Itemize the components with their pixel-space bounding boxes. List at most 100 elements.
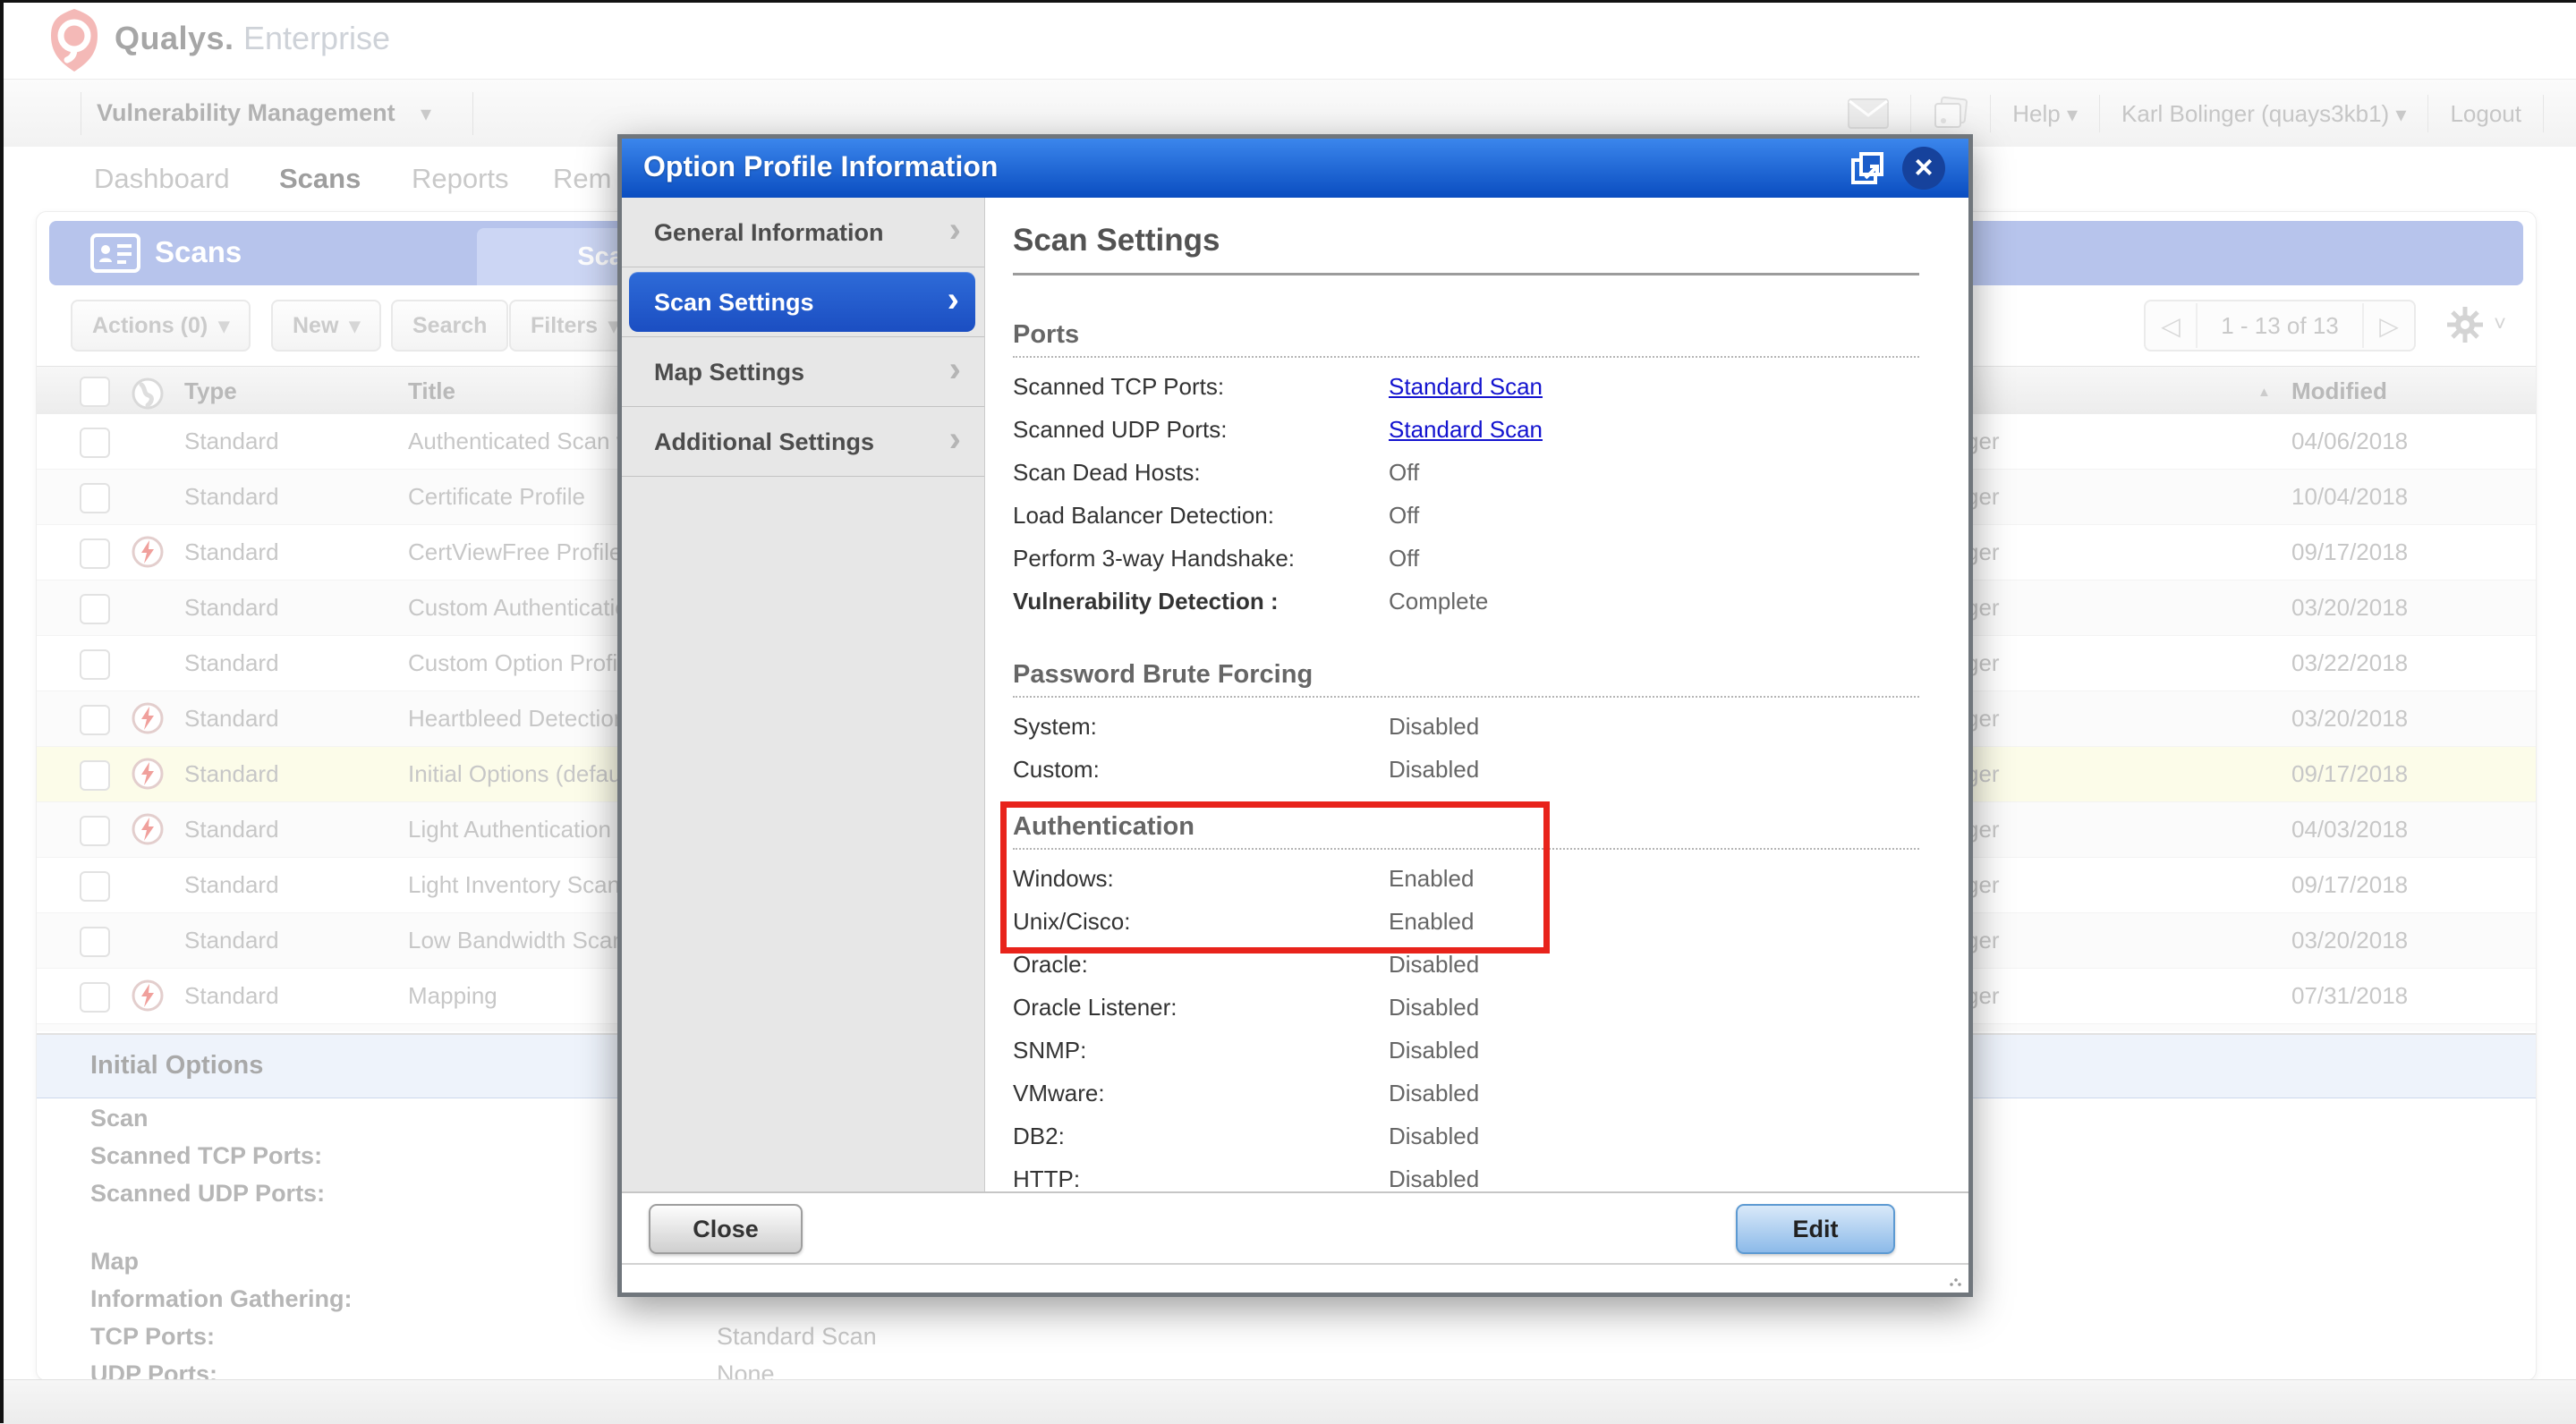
setting-value: Disabled xyxy=(1389,994,1479,1021)
photos-icon[interactable] xyxy=(1933,96,1968,131)
row-checkbox[interactable] xyxy=(80,927,110,957)
column-type[interactable]: Type xyxy=(184,367,237,415)
nav-scans[interactable]: Scans xyxy=(279,163,361,195)
column-title[interactable]: Title xyxy=(408,367,455,415)
row-title: Light Authentication xyxy=(408,802,611,857)
setting-row: Perform 3-way Handshake:Off xyxy=(1013,537,1919,580)
row-title: Light Inventory Scan xyxy=(408,858,620,912)
row-type: Standard xyxy=(184,691,279,746)
row-title: Certificate Profile xyxy=(408,470,585,524)
detail-label: TCP Ports: xyxy=(90,1318,717,1355)
modal-nav-map-settings[interactable]: Map Settings› xyxy=(622,337,984,407)
row-checkbox[interactable] xyxy=(80,760,110,791)
settings-gear-icon[interactable] xyxy=(2445,305,2485,344)
close-icon[interactable]: × xyxy=(1902,147,1945,190)
chevron-right-icon: › xyxy=(949,420,961,460)
setting-row: Custom:Disabled xyxy=(1013,748,1919,791)
row-title: Heartbleed Detection xyxy=(408,691,626,746)
row-type: Standard xyxy=(184,802,279,857)
row-checkbox[interactable] xyxy=(80,594,110,624)
logout-link[interactable]: Logout xyxy=(2450,100,2521,128)
chevron-down-icon: ▾ xyxy=(2395,103,2406,127)
settings-section: AuthenticationWindows:EnabledUnix/Cisco:… xyxy=(1013,812,1919,1191)
setting-value: Off xyxy=(1389,459,1419,486)
row-type: Standard xyxy=(184,747,279,801)
setting-value: Disabled xyxy=(1389,1165,1479,1191)
nav-reports[interactable]: Reports xyxy=(412,163,509,195)
page-footer xyxy=(0,1379,2576,1424)
modal-nav-label: General Information xyxy=(654,219,884,247)
setting-row: Oracle:Disabled xyxy=(1013,943,1919,986)
module-picker[interactable]: Vulnerability Management xyxy=(97,99,395,127)
setting-row: SNMP:Disabled xyxy=(1013,1029,1919,1072)
modal-nav-scan-settings[interactable]: Scan Settings › xyxy=(622,267,984,337)
divider xyxy=(2427,95,2428,132)
row-checkbox[interactable] xyxy=(80,649,110,680)
row-type: Standard xyxy=(184,858,279,912)
chevron-down-icon[interactable]: ˅ xyxy=(2494,312,2506,337)
row-checkbox[interactable] xyxy=(80,483,110,513)
edit-button[interactable]: Edit xyxy=(1736,1204,1895,1254)
row-modified: 03/22/2018 xyxy=(2291,636,2408,691)
actions-button[interactable]: Actions (0)▾ xyxy=(71,300,251,352)
setting-value: Complete xyxy=(1389,588,1488,615)
pagination-prev-icon[interactable]: ◁ xyxy=(2146,311,2196,341)
row-type: Standard xyxy=(184,470,279,524)
row-checkbox[interactable] xyxy=(80,982,110,1013)
resize-grip[interactable] xyxy=(1949,1275,1961,1287)
search-button[interactable]: Search xyxy=(391,300,508,352)
mail-icon[interactable] xyxy=(1848,98,1889,129)
row-modified: 03/20/2018 xyxy=(2291,913,2408,968)
modal-nav-general-information[interactable]: General Information› xyxy=(622,198,984,267)
row-type: Standard xyxy=(184,581,279,635)
row-checkbox[interactable] xyxy=(80,816,110,846)
divider xyxy=(2099,95,2100,132)
setting-label: Scanned TCP Ports: xyxy=(1013,365,1389,408)
nav-dashboard[interactable]: Dashboard xyxy=(94,163,230,195)
setting-label: VMware: xyxy=(1013,1072,1389,1115)
row-modified: 09/17/2018 xyxy=(2291,858,2408,912)
detail-value: Standard Scan xyxy=(717,1323,877,1350)
chevron-right-icon: › xyxy=(948,280,959,320)
pagination-next-icon[interactable]: ▷ xyxy=(2364,311,2414,341)
row-type: Standard xyxy=(184,636,279,691)
row-checkbox[interactable] xyxy=(80,538,110,569)
row-checkbox[interactable] xyxy=(80,871,110,902)
setting-row: Scanned TCP Ports:Standard Scan xyxy=(1013,365,1919,408)
detail-row: TCP Ports:Standard Scan xyxy=(90,1318,1880,1355)
panel-title: Scans xyxy=(155,235,242,269)
setting-label: Scanned UDP Ports: xyxy=(1013,408,1389,451)
setting-value: Disabled xyxy=(1389,1080,1479,1106)
modal-nav-label: Scan Settings xyxy=(654,289,814,317)
divider xyxy=(1990,95,1991,132)
close-button[interactable]: Close xyxy=(649,1204,803,1254)
detail-label: UDP Ports: xyxy=(90,1355,717,1381)
divider xyxy=(2543,95,2544,132)
column-modified[interactable]: Modified xyxy=(2291,367,2387,415)
setting-value: Disabled xyxy=(1389,756,1479,783)
scans-panel-icon xyxy=(90,233,140,273)
new-button[interactable]: New▾ xyxy=(271,300,381,352)
setting-value-link[interactable]: Standard Scan xyxy=(1389,373,1543,400)
setting-value: Disabled xyxy=(1389,951,1479,978)
chevron-down-icon: ▾ xyxy=(421,101,431,127)
row-checkbox[interactable] xyxy=(80,428,110,458)
row-checkbox[interactable] xyxy=(80,705,110,735)
modal-content: Scan Settings PortsScanned TCP Ports:Sta… xyxy=(986,198,1968,1191)
popout-icon[interactable] xyxy=(1850,151,1884,185)
qualys-logo-icon xyxy=(47,7,102,73)
setting-row: VMware:Disabled xyxy=(1013,1072,1919,1115)
help-menu[interactable]: Help ▾ xyxy=(2012,100,2078,128)
modal-nav-selected-bg: Scan Settings › xyxy=(629,272,975,332)
setting-label: Windows: xyxy=(1013,857,1389,900)
modal-titlebar[interactable]: Option Profile Information × xyxy=(622,139,1968,198)
row-title: CertViewFree Profile xyxy=(408,525,622,580)
setting-label: Oracle: xyxy=(1013,943,1389,986)
modal-nav-additional-settings[interactable]: Additional Settings› xyxy=(622,407,984,477)
row-modified: 07/31/2018 xyxy=(2291,969,2408,1023)
select-all-checkbox[interactable] xyxy=(80,377,110,407)
user-menu[interactable]: Karl Bolinger (quays3kb1) ▾ xyxy=(2121,100,2406,128)
nav-remediation[interactable]: Rem xyxy=(553,163,611,195)
modal-nav-label: Map Settings xyxy=(654,359,804,386)
setting-value-link[interactable]: Standard Scan xyxy=(1389,416,1543,443)
